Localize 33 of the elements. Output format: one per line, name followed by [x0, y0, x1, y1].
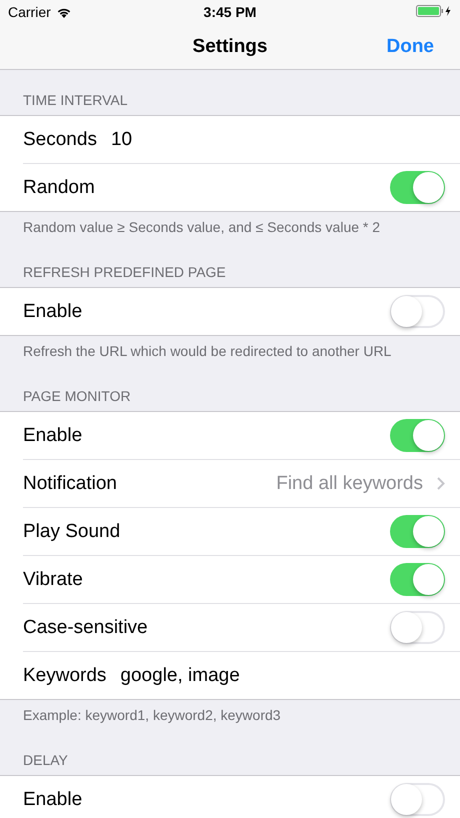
carrier-label: Carrier	[8, 4, 51, 20]
detail-value: Find all keywords	[276, 472, 423, 494]
wifi-icon	[56, 6, 71, 18]
section-footer: Example: keyword1, keyword2, keyword3	[23, 707, 281, 723]
battery-icon	[416, 5, 452, 17]
section-footer: Random value ≥ Seconds value, and ≤ Seconds value * 2	[23, 219, 380, 235]
toggle-switch[interactable]	[390, 295, 445, 328]
row-label: Vibrate	[23, 568, 83, 590]
row-label: Notification	[23, 472, 117, 494]
row-label: Random	[23, 176, 95, 198]
row-label: Seconds	[23, 128, 97, 150]
section-header: DELAY	[23, 752, 68, 768]
section-header: TIME INTERVAL	[23, 92, 128, 108]
section-footer: Refresh the URL which would be redirected to another URL	[23, 343, 392, 359]
row-label: Play Sound	[23, 520, 120, 542]
nav-title: Settings	[192, 36, 268, 58]
toggle-switch[interactable]	[390, 515, 445, 548]
section-header: REFRESH PREDEFINED PAGE	[23, 264, 226, 280]
field-value[interactable]: 10	[110, 128, 132, 150]
chevron-icon	[437, 477, 445, 490]
row-label: Enable	[23, 424, 82, 446]
row-label: Case-sensitive	[23, 616, 148, 638]
section-header: PAGE MONITOR	[23, 388, 131, 404]
status-time: 3:45 PM	[204, 4, 256, 20]
toggle-switch[interactable]	[390, 171, 445, 204]
row-label: Enable	[23, 788, 82, 810]
field-value[interactable]: google, image	[120, 664, 240, 686]
toggle-switch[interactable]	[390, 783, 445, 816]
row-label: Enable	[23, 300, 82, 322]
toggle-switch[interactable]	[390, 611, 445, 644]
row-label: Keywords	[23, 664, 106, 686]
toggle-switch[interactable]	[390, 563, 445, 596]
toggle-switch[interactable]	[390, 419, 445, 452]
